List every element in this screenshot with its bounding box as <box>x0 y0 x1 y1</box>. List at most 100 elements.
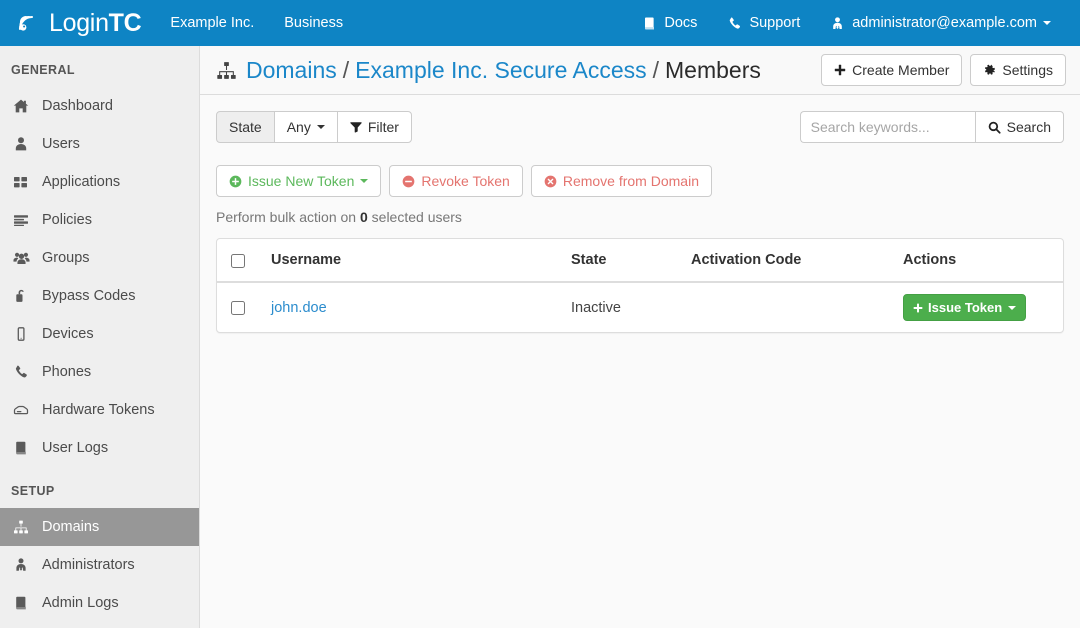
sidebar-item-label: Applications <box>42 174 120 190</box>
user-icon <box>13 136 35 152</box>
remove-from-domain-button[interactable]: Remove from Domain <box>531 165 712 197</box>
brand-text-bold: TC <box>109 9 142 37</box>
settings-button[interactable]: Settings <box>970 54 1066 86</box>
nav-item-label: Docs <box>664 15 697 31</box>
book-icon <box>13 440 35 456</box>
button-label: Search <box>1007 118 1051 136</box>
nav-item-support[interactable]: Support <box>712 0 815 46</box>
column-header-actions: Actions <box>895 239 1063 282</box>
sidebar-item-devices[interactable]: Devices <box>0 315 199 353</box>
gear-icon <box>983 64 996 77</box>
grid-icon <box>13 174 35 190</box>
search-input[interactable] <box>800 111 975 143</box>
nav-item-label: Example Inc. <box>170 15 254 31</box>
sidebar-item-dashboard[interactable]: Dashboard <box>0 87 199 125</box>
breadcrumb-current-members: Members <box>665 57 761 84</box>
sidebar-item-user-logs[interactable]: User Logs <box>0 429 199 467</box>
state-filter-group: State Any Filter <box>216 111 412 143</box>
sidebar-item-label: Devices <box>42 326 94 342</box>
button-label: Create Member <box>852 61 949 79</box>
navbar-right-group: Docs Support administrator@example.com <box>627 0 1080 46</box>
sidebar-item-applications[interactable]: Applications <box>0 163 199 201</box>
search-icon <box>988 121 1001 134</box>
sidebar-item-label: Users <box>42 136 80 152</box>
issue-new-token-button[interactable]: Issue New Token <box>216 165 381 197</box>
plus-circle-icon <box>229 175 242 188</box>
sidebar-item-bypass-codes[interactable]: Bypass Codes <box>0 277 199 315</box>
sidebar-item-label: Dashboard <box>42 98 113 114</box>
brand-text: LoginTC <box>49 11 141 36</box>
select-all-header <box>217 239 263 282</box>
sitemap-icon <box>13 519 35 535</box>
sidebar-item-users[interactable]: Users <box>0 125 199 163</box>
mobile-icon <box>13 326 35 342</box>
plus-icon <box>834 64 846 76</box>
row-select-checkbox[interactable] <box>231 301 245 315</box>
sidebar-item-administrators[interactable]: Administrators <box>0 546 199 584</box>
nav-item-label: Business <box>284 15 343 31</box>
state-filter-dropdown[interactable]: Any <box>274 111 338 143</box>
unlock-icon <box>13 288 35 304</box>
state-filter-label: State <box>216 111 275 143</box>
sidebar-item-label: Administrators <box>42 557 135 573</box>
button-label: Issue New Token <box>248 172 354 190</box>
cell-state: Inactive <box>563 282 683 332</box>
nav-item-example-inc[interactable]: Example Inc. <box>155 0 269 46</box>
select-all-checkbox[interactable] <box>231 254 245 268</box>
sidebar-item-phones[interactable]: Phones <box>0 353 199 391</box>
home-icon <box>13 98 35 114</box>
user-tie-icon <box>830 16 845 31</box>
navbar-left-group: LoginTC Example Inc. Business <box>0 0 358 46</box>
phone-icon <box>727 16 742 31</box>
username-link[interactable]: john.doe <box>271 300 327 316</box>
row-select-cell <box>217 282 263 332</box>
page-header: Domains / Example Inc. Secure Access / M… <box>200 46 1080 95</box>
issue-token-button[interactable]: Issue Token <box>903 294 1026 321</box>
column-header-username: Username <box>263 239 563 282</box>
page-layout: GENERAL Dashboard Users Applications Pol… <box>0 46 1080 628</box>
users-icon <box>13 250 35 266</box>
breadcrumb-link-domains[interactable]: Domains <box>246 57 337 84</box>
nav-item-label: administrator@example.com <box>852 15 1037 31</box>
button-label: Issue Token <box>928 300 1002 315</box>
filter-button[interactable]: Filter <box>337 111 412 143</box>
book-icon <box>13 595 35 611</box>
sidebar-item-hardware-tokens[interactable]: Hardware Tokens <box>0 391 199 429</box>
revoke-token-button[interactable]: Revoke Token <box>389 165 522 197</box>
chevron-down-icon <box>1008 306 1016 310</box>
main-content: Domains / Example Inc. Secure Access / M… <box>200 46 1080 628</box>
members-table: Username State Activation Code Actions <box>217 239 1063 332</box>
toolbar-row: State Any Filter <box>216 111 1064 143</box>
brand-logo-link[interactable]: LoginTC <box>0 0 155 46</box>
breadcrumb-link-domain[interactable]: Example Inc. Secure Access <box>355 57 646 84</box>
nav-item-business[interactable]: Business <box>269 0 358 46</box>
breadcrumb: Domains / Example Inc. Secure Access / M… <box>216 57 761 84</box>
sidebar-item-label: User Logs <box>42 440 108 456</box>
sidebar-item-groups[interactable]: Groups <box>0 239 199 277</box>
sidebar-item-admin-logs[interactable]: Admin Logs <box>0 584 199 622</box>
nav-item-account[interactable]: administrator@example.com <box>815 0 1066 46</box>
sidebar-item-label: Hardware Tokens <box>42 402 155 418</box>
times-circle-icon <box>544 175 557 188</box>
plus-icon <box>913 303 923 313</box>
create-member-button[interactable]: Create Member <box>821 54 962 86</box>
table-row: john.doe Inactive Issue Token <box>217 282 1063 332</box>
nav-item-docs[interactable]: Docs <box>627 0 712 46</box>
sidebar-item-label: Policies <box>42 212 92 228</box>
logintc-signal-logo-icon <box>14 9 42 37</box>
top-navbar: LoginTC Example Inc. Business Docs <box>0 0 1080 46</box>
sidebar-section-setup-title: SETUP <box>0 467 199 508</box>
button-label: Remove from Domain <box>563 172 699 190</box>
state-filter-value: Any <box>287 118 311 136</box>
cell-activation-code <box>683 282 895 332</box>
funnel-icon <box>350 121 362 133</box>
chevron-down-icon <box>360 179 368 183</box>
user-tie-icon <box>13 557 35 573</box>
list-icon <box>13 212 35 228</box>
sidebar-item-domains[interactable]: Domains <box>0 508 199 546</box>
button-label: Settings <box>1002 61 1053 79</box>
members-table-panel: Username State Activation Code Actions <box>216 238 1064 333</box>
sidebar-item-policies[interactable]: Policies <box>0 201 199 239</box>
search-button[interactable]: Search <box>975 111 1064 143</box>
column-header-activation-code: Activation Code <box>683 239 895 282</box>
